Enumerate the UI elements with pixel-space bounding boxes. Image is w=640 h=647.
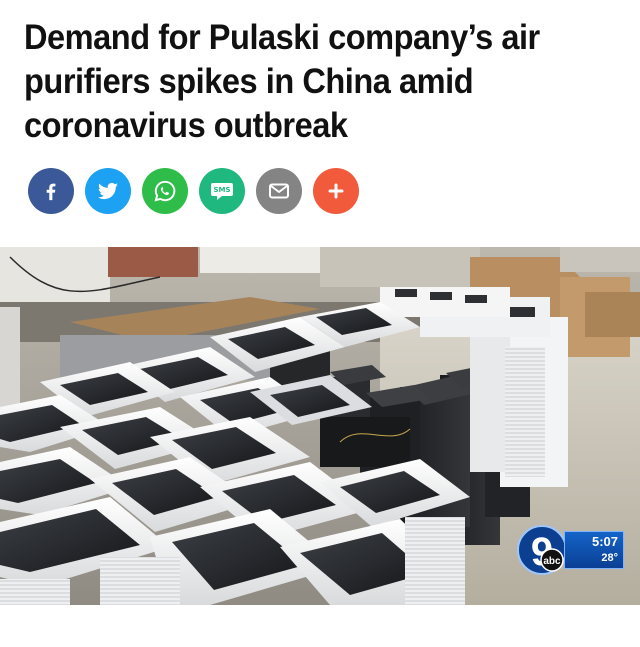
station-bug: 9 abc 5:07 28° bbox=[516, 525, 624, 575]
sms-bubble-icon: SMS bbox=[211, 183, 233, 200]
article-headline: Demand for Pulaski company’s air purifie… bbox=[24, 18, 540, 145]
bug-info-panel: 5:07 28° bbox=[564, 531, 624, 569]
twitter-bird-icon bbox=[97, 182, 118, 200]
whatsapp-icon bbox=[154, 180, 176, 202]
share-sms-button[interactable]: SMS bbox=[199, 168, 245, 214]
svg-text:abc: abc bbox=[543, 556, 561, 567]
sms-label: SMS bbox=[213, 186, 230, 194]
plus-icon bbox=[328, 183, 344, 199]
share-twitter-button[interactable] bbox=[85, 168, 131, 214]
share-whatsapp-button[interactable] bbox=[142, 168, 188, 214]
abc-9-logo-icon: 9 abc bbox=[517, 525, 567, 575]
share-email-button[interactable] bbox=[256, 168, 302, 214]
bug-temperature: 28° bbox=[601, 552, 618, 564]
article-photo-air-purifiers: 9 abc 5:07 28° bbox=[0, 247, 640, 605]
share-facebook-button[interactable] bbox=[28, 168, 74, 214]
bug-time: 5:07 bbox=[591, 534, 618, 549]
share-bar: SMS bbox=[28, 168, 359, 214]
envelope-icon bbox=[269, 183, 289, 199]
facebook-icon bbox=[46, 183, 56, 201]
share-more-button[interactable] bbox=[313, 168, 359, 214]
